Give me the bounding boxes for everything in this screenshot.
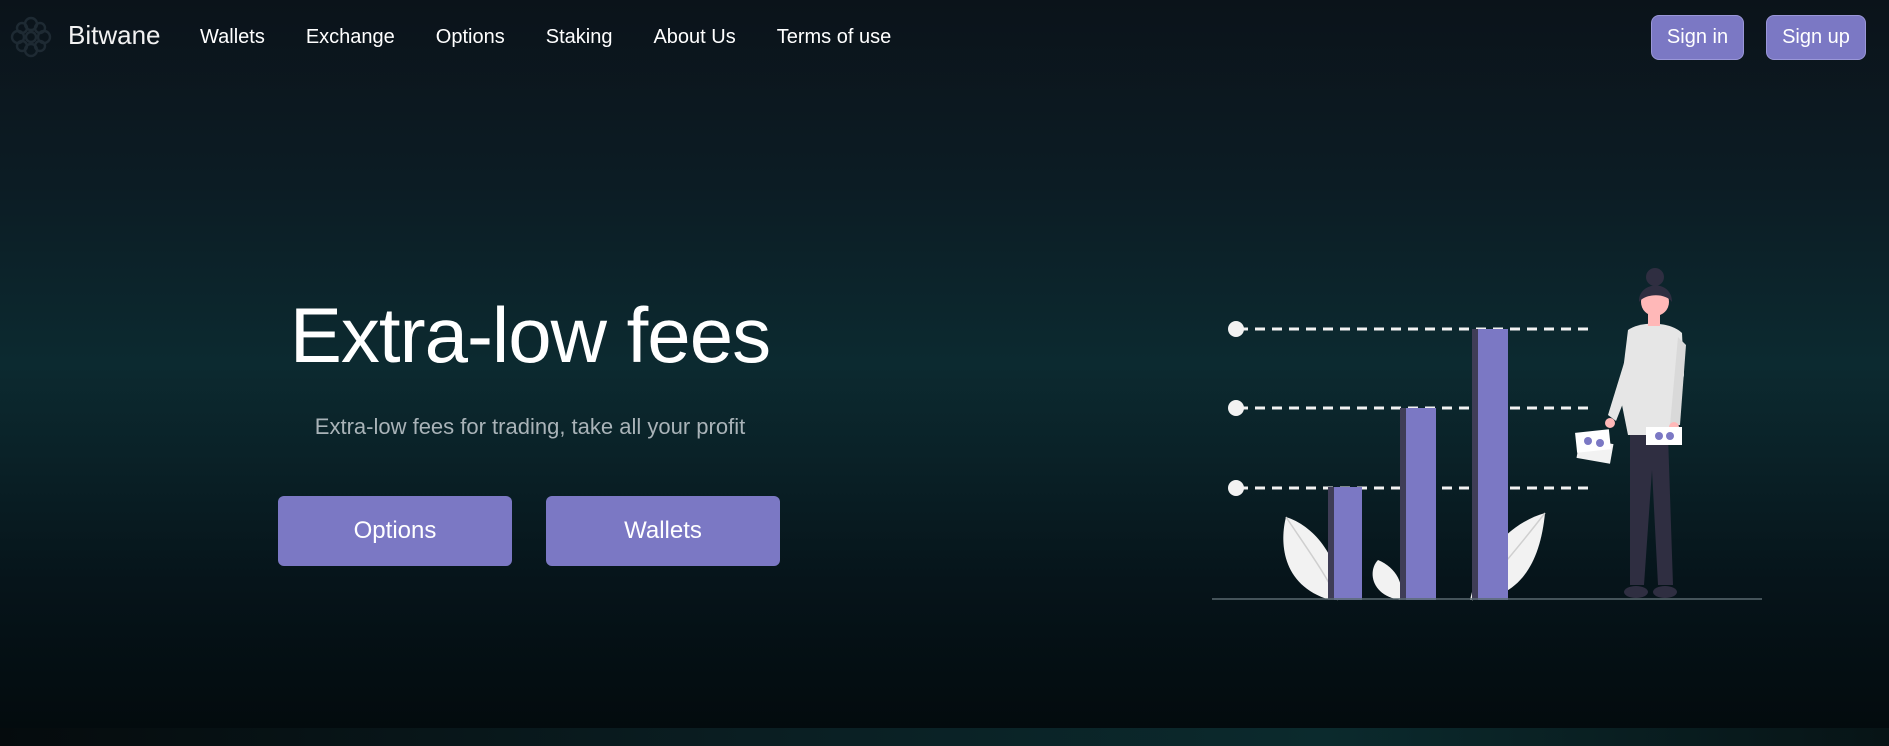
guide-dot-bottom (1228, 480, 1244, 496)
top-navbar: Bitwane Wallets Exchange Options Staking… (0, 0, 1889, 76)
lattice-logo-icon[interactable] (8, 14, 54, 60)
wallets-button[interactable]: Wallets (546, 496, 780, 566)
sign-in-button[interactable]: Sign in (1651, 15, 1744, 60)
leaf-mid-icon (1372, 560, 1402, 600)
nav-link-staking[interactable]: Staking (546, 26, 613, 49)
hero-title: Extra-low fees (289, 291, 771, 379)
nav-link-options[interactable]: Options (436, 26, 505, 49)
nav-links: Wallets Exchange Options Staking About U… (200, 26, 932, 49)
bar-3 (1472, 329, 1508, 600)
sign-up-button[interactable]: Sign up (1766, 15, 1866, 60)
nav-link-wallets[interactable]: Wallets (200, 26, 265, 49)
page: Bitwane Wallets Exchange Options Staking… (0, 0, 1889, 728)
brand-name[interactable]: Bitwane (68, 20, 161, 51)
nav-link-about-us[interactable]: About Us (653, 26, 735, 49)
guide-dot-top (1228, 321, 1244, 337)
cash-left-icon (1575, 429, 1614, 464)
nav-link-exchange[interactable]: Exchange (306, 26, 395, 49)
bottom-strip (0, 728, 1889, 746)
hero-subtitle: Extra-low fees for trading, take all you… (314, 414, 746, 439)
nav-link-terms-of-use[interactable]: Terms of use (777, 26, 891, 49)
guide-dot-mid (1228, 400, 1244, 416)
bar-2 (1400, 408, 1436, 600)
cash-right-icon (1646, 427, 1682, 445)
growth-chart-illustration (1212, 268, 1762, 601)
options-button[interactable]: Options (278, 496, 512, 566)
bar-1 (1328, 487, 1362, 600)
